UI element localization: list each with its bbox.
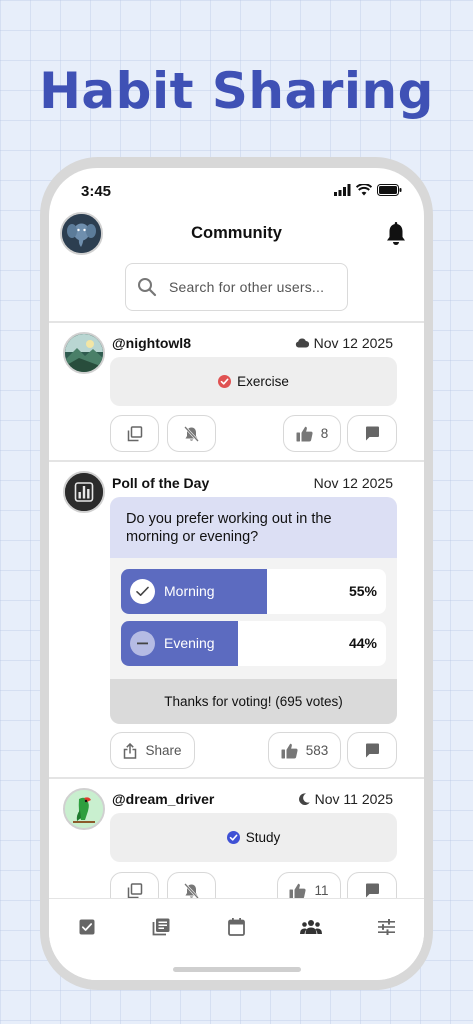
like-button[interactable]: 8 <box>283 415 341 452</box>
post-date-text: Nov 12 2025 <box>313 475 393 491</box>
headline: Habit Sharing <box>39 62 434 120</box>
comment-icon <box>365 883 379 898</box>
share-icon <box>124 742 137 759</box>
cloud-icon <box>295 338 309 348</box>
copy-button[interactable] <box>110 415 159 452</box>
user-avatar[interactable] <box>63 332 105 374</box>
minus-icon <box>130 631 155 656</box>
divider <box>49 321 424 323</box>
moon-icon <box>298 793 310 805</box>
nav-habits-tab[interactable] <box>72 915 102 939</box>
bell-icon[interactable] <box>386 222 406 246</box>
checkmark-icon <box>130 579 155 604</box>
poll-question: Do you prefer working out in the morning… <box>110 497 397 558</box>
thumbs-up-icon <box>289 883 307 898</box>
post-date: Nov 11 2025 <box>298 791 393 807</box>
poll-option-percent: 55% <box>348 583 377 599</box>
poll-card: Do you prefer working out in the morning… <box>110 497 397 724</box>
like-button[interactable]: 583 <box>268 732 341 769</box>
poll-option-evening[interactable]: Evening 44% <box>121 621 386 666</box>
comment-icon <box>365 426 379 441</box>
battery-icon <box>377 184 402 196</box>
poll-footer: Thanks for voting! (695 votes) <box>110 679 397 724</box>
check-circle-icon <box>226 831 240 844</box>
like-count: 583 <box>305 743 329 758</box>
mute-button[interactable] <box>167 415 216 452</box>
home-indicator <box>173 967 301 972</box>
calendar-icon <box>227 918 245 936</box>
poll-option-label: Morning <box>164 583 215 599</box>
post-date-text: Nov 11 2025 <box>314 791 393 807</box>
post-username[interactable]: @dream_driver <box>112 791 214 807</box>
share-button[interactable]: Share <box>110 732 195 769</box>
nav-calendar-tab[interactable] <box>221 915 251 939</box>
post-username[interactable]: @nightowl8 <box>112 335 191 351</box>
app-header: Community <box>49 212 424 258</box>
poll-option-morning[interactable]: Morning 55% <box>121 569 386 614</box>
habit-name: Study <box>245 830 281 845</box>
checkbox-icon <box>79 919 95 935</box>
like-count: 8 <box>320 426 329 441</box>
wifi-icon <box>356 184 372 196</box>
search-placeholder: Search for other users... <box>169 279 325 295</box>
habit-pill[interactable]: Study <box>110 813 397 862</box>
page-title: Community <box>191 224 282 242</box>
bell-off-icon <box>184 882 199 899</box>
signal-icon <box>334 184 351 196</box>
search-input[interactable]: Search for other users... <box>125 263 348 311</box>
search-icon <box>138 278 157 297</box>
like-count: 11 <box>314 883 329 898</box>
user-avatar[interactable] <box>63 788 105 830</box>
post-date: Nov 12 2025 <box>314 475 393 491</box>
sliders-icon <box>377 919 395 935</box>
copy-icon <box>127 882 142 898</box>
copy-icon <box>127 425 142 441</box>
habit-pill[interactable]: Exercise <box>110 357 397 406</box>
post-date: Nov 12 2025 <box>295 335 393 351</box>
thumbs-up-icon <box>296 426 313 441</box>
phone-screen: 3:45 Community Search for other users...… <box>49 168 424 980</box>
share-label: Share <box>145 743 182 758</box>
thumbs-up-icon <box>281 743 298 758</box>
poll-option-percent: 44% <box>348 635 377 651</box>
comment-icon <box>365 743 379 758</box>
community-icon <box>300 920 322 934</box>
parrot-avatar-icon <box>65 790 103 828</box>
bar-chart-icon <box>65 473 103 511</box>
nav-settings-tab[interactable] <box>371 915 401 939</box>
landscape-avatar-icon <box>65 334 103 372</box>
nav-journal-tab[interactable] <box>146 915 176 939</box>
divider <box>49 777 424 779</box>
nav-community-tab[interactable] <box>296 915 326 939</box>
poll-option-label: Evening <box>164 635 215 651</box>
comment-button[interactable] <box>347 415 397 452</box>
journal-icon <box>152 918 170 936</box>
poll-avatar[interactable] <box>63 471 105 513</box>
bell-off-icon <box>184 425 199 442</box>
post-date-text: Nov 12 2025 <box>313 335 393 351</box>
status-bar: 3:45 <box>49 182 424 202</box>
divider <box>49 460 424 462</box>
poll-title: Poll of the Day <box>112 475 210 491</box>
habit-name: Exercise <box>237 374 289 389</box>
comment-button[interactable] <box>347 732 397 769</box>
check-circle-icon <box>218 375 232 388</box>
status-time: 3:45 <box>81 183 112 200</box>
status-icons <box>334 184 402 196</box>
